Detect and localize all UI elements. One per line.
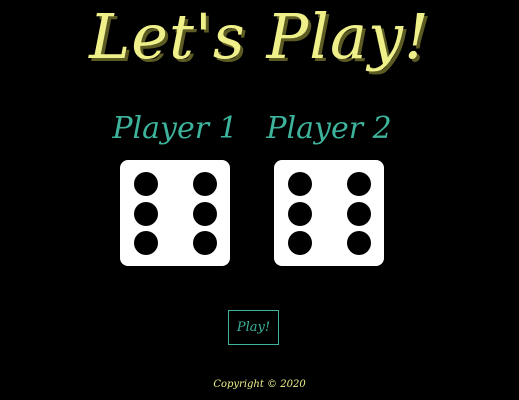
copyright-footer: Copyright © 2020 [213, 379, 306, 390]
dice-pip [193, 231, 217, 255]
dice-pip [193, 202, 217, 226]
dice-pip [288, 202, 312, 226]
dice-pip [134, 172, 158, 196]
dice-pip [347, 231, 371, 255]
player-2-panel: Player 2 [239, 108, 419, 266]
dice-pip [288, 172, 312, 196]
player-2-name: Player 2 [266, 111, 392, 146]
game-page: Let's Play! Player 1 Player 2 Play! Copy… [0, 0, 519, 400]
dice-pip [193, 172, 217, 196]
play-button[interactable]: Play! [228, 310, 279, 345]
dice-pip [134, 231, 158, 255]
dice-pip [134, 202, 158, 226]
dice-pip [347, 172, 371, 196]
player-1-name: Player 1 [112, 111, 238, 146]
player-1-panel: Player 1 [85, 108, 265, 266]
player-1-dice [120, 160, 230, 266]
player-2-dice [274, 160, 384, 266]
dice-pip [347, 202, 371, 226]
dice-pip [288, 231, 312, 255]
page-title: Let's Play! [89, 0, 430, 73]
